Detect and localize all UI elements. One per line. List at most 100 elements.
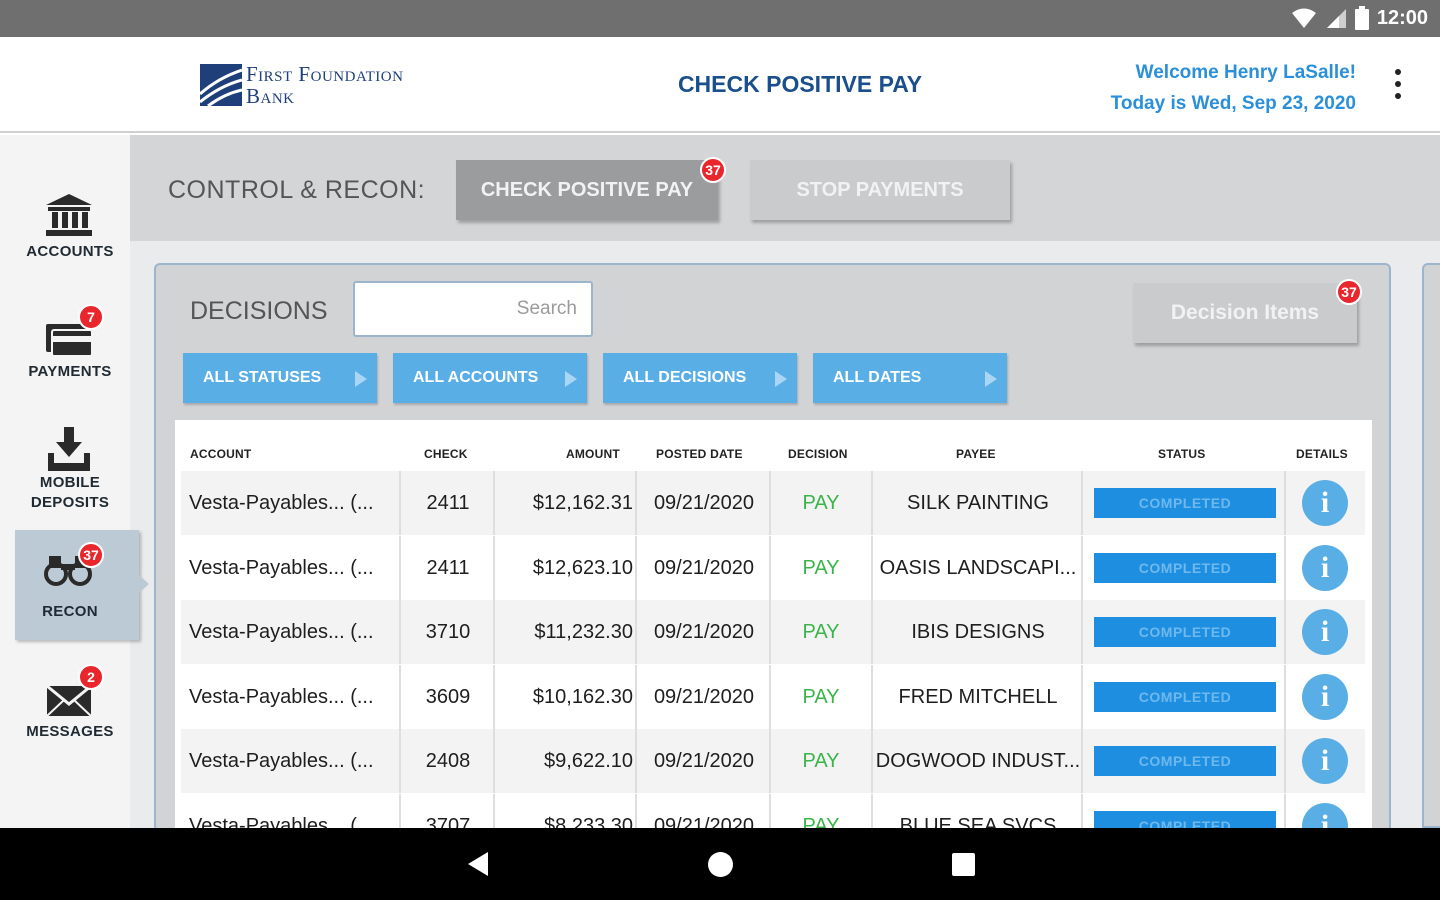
decisions-title: DECISIONS [190,297,328,325]
column-header-payee: PAYEE [956,447,996,461]
more-vert-icon[interactable] [1392,69,1404,99]
account-cell: Vesta-Payables... (... [189,814,374,829]
column-divider [493,793,495,828]
filter-all-statuses[interactable]: ALL STATUSES [183,353,377,403]
column-divider [493,471,495,535]
recon-badge: 37 [78,542,104,568]
bank-logo[interactable]: First Foundation Bank [200,63,403,107]
decision-cell: PAY [802,492,840,514]
check-number-cell: 2408 [425,750,471,772]
wifi-icon [1291,8,1316,28]
info-icon[interactable]: i [1302,544,1348,591]
column-divider [871,793,873,828]
table-row[interactable]: Vesta-Payables... (... 3609 $10,162.30 09/2… [181,664,1365,729]
column-divider [871,664,873,729]
filter-label: ALL ACCOUNTS [413,369,539,386]
decision-items-button[interactable]: Decision Items [1133,283,1357,343]
amount-cell: $9,622.10 [544,750,633,772]
sidebar-item-recon[interactable]: 37 RECON [15,530,139,640]
home-icon[interactable] [708,852,733,877]
column-divider [871,471,873,535]
logo-line2: Bank [246,84,295,108]
info-icon[interactable]: i [1302,609,1348,655]
table-row[interactable]: Vesta-Payables... (... 3707 $8,233.30 09/21… [181,793,1365,829]
filter-label: ALL DECISIONS [623,369,747,386]
amount-cell: $12,162.31 [532,492,633,514]
column-divider [399,535,401,600]
filter-label: ALL DATES [833,369,922,386]
column-divider [635,535,637,600]
column-divider [635,600,637,664]
posted-date-cell: 09/21/2020 [653,621,755,643]
filter-all-decisions[interactable]: ALL DECISIONS [603,353,797,403]
table-row[interactable]: Vesta-Payables... (... 2411 $12,162.31 09/2… [181,471,1365,535]
sidebar-item-mobile-deposits[interactable]: MOBILE DEPOSITS [0,415,140,525]
sidebar-item-accounts[interactable]: ACCOUNTS [0,180,140,290]
payee-cell: IBIS DESIGNS [911,621,1045,643]
info-icon[interactable]: i [1302,673,1348,720]
sidebar-item-messages[interactable]: 2 MESSAGES [0,660,140,770]
column-header-amount: AMOUNT [566,447,620,461]
search-box [353,281,593,337]
next-panel-edge [1422,263,1440,828]
filter-all-accounts[interactable]: ALL ACCOUNTS [393,353,587,403]
posted-date-cell: 09/21/2020 [653,492,755,514]
column-divider [1284,664,1286,729]
column-divider [399,471,401,535]
check-number-cell: 3710 [425,621,471,643]
signal-icon [1326,9,1346,28]
account-cell: Vesta-Payables... (... [189,750,374,772]
column-divider [769,729,771,793]
tab-check-positive-pay[interactable]: CHECK POSITIVE PAY [456,160,718,220]
back-icon[interactable] [468,852,488,876]
column-divider [635,793,637,828]
bank-logo-icon [200,64,242,106]
column-divider [1284,600,1286,664]
check-number-cell: 3707 [425,814,471,829]
info-icon[interactable]: i [1302,802,1348,828]
payee-cell: OASIS LANDSCAPI... [879,556,1077,579]
column-divider [399,729,401,793]
column-divider [769,793,771,828]
status-badge: COMPLETED [1094,488,1276,518]
bank-icon [46,194,92,236]
play-arrow-icon [985,371,997,387]
column-divider [871,600,873,664]
column-divider [635,664,637,729]
column-divider [1081,664,1083,729]
check-number-cell: 2411 [426,492,470,514]
decision-cell: PAY [802,556,840,579]
column-divider [1284,471,1286,535]
tab-stop-payments[interactable]: STOP PAYMENTS [750,160,1010,220]
check-number-cell: 3609 [425,685,471,708]
recent-apps-icon[interactable] [952,853,975,876]
column-divider [769,471,771,535]
table-row[interactable]: Vesta-Payables... (... 2411 $12,623.10 09/2… [181,535,1365,600]
info-icon[interactable]: i [1302,480,1348,526]
check-positive-pay-badge: 37 [700,157,726,183]
amount-cell: $8,233.30 [544,814,633,829]
logo-line1: First Foundation [246,62,404,86]
sidebar-item-label: PAYMENTS [28,363,112,380]
decision-cell: PAY [802,685,840,708]
status-badge: COMPLETED [1094,746,1276,776]
sidebar-item-payments[interactable]: 7 PAYMENTS [0,300,140,410]
status-badge: COMPLETED [1094,552,1276,583]
current-date: Today is Wed, Sep 23, 2020 [1110,93,1356,114]
column-divider [1284,729,1286,793]
column-divider [1284,793,1286,828]
amount-cell: $10,162.30 [532,685,633,708]
payee-cell: SILK PAINTING [907,492,1049,514]
column-divider [399,793,401,828]
page-title: CHECK POSITIVE PAY [677,71,923,97]
info-icon[interactable]: i [1302,738,1348,784]
column-header-check: CHECK [424,447,468,461]
table-row[interactable]: Vesta-Payables... (... 3710 $11,232.30 09/2… [181,600,1365,664]
payee-cell: DOGWOOD INDUST... [875,750,1081,772]
table-row[interactable]: Vesta-Payables... (... 2408 $9,622.10 09/21… [181,729,1365,793]
search-input[interactable] [355,283,591,335]
filter-all-dates[interactable]: ALL DATES [813,353,1007,403]
column-divider [769,664,771,729]
download-tray-icon [48,427,90,471]
sidebar-item-label-line1: MOBILE [39,474,101,491]
